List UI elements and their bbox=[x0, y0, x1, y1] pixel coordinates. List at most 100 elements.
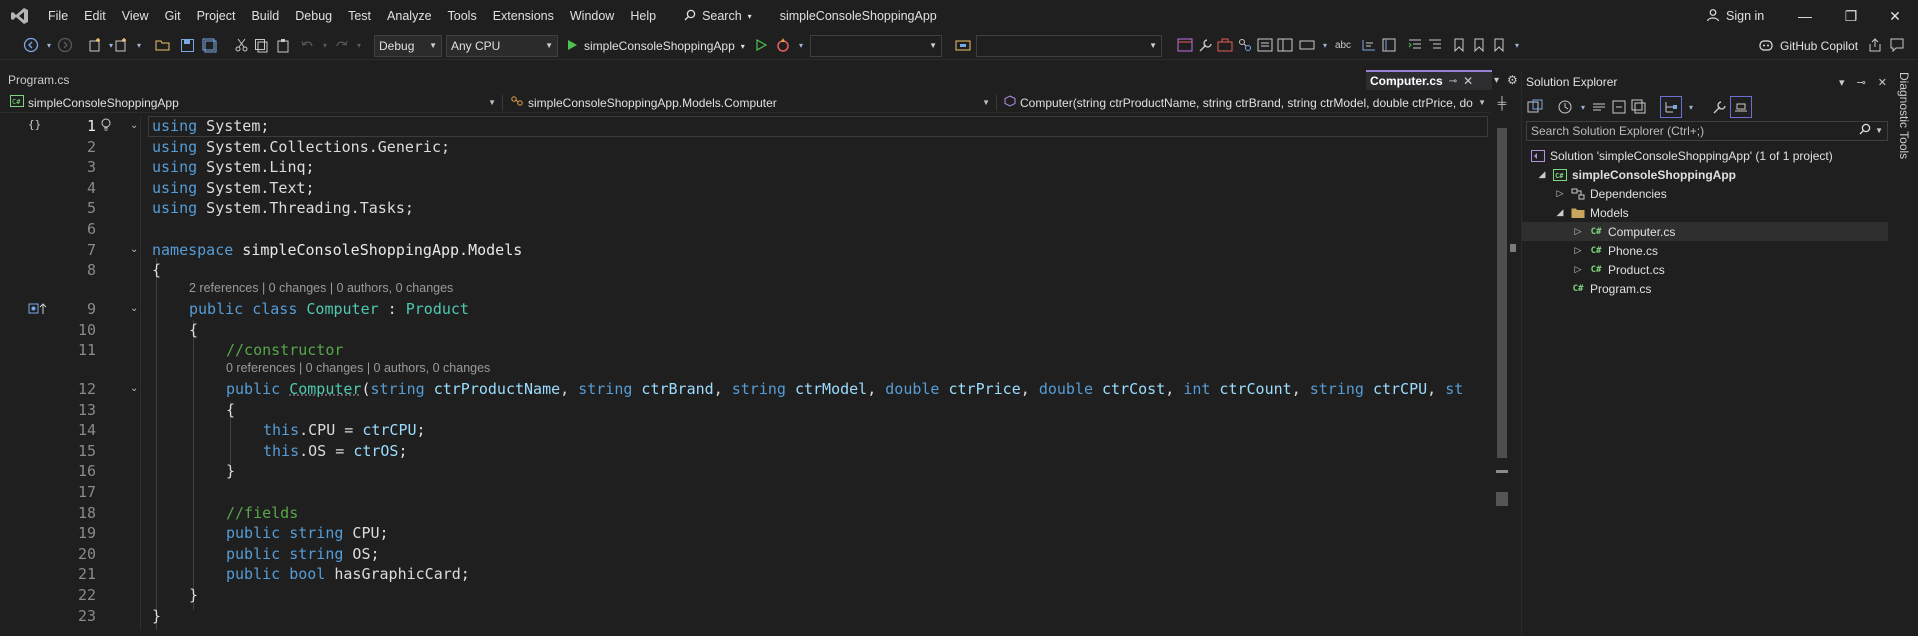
wrench-icon[interactable] bbox=[1196, 36, 1214, 54]
menu-tools[interactable]: Tools bbox=[440, 0, 485, 32]
properties-icon[interactable] bbox=[1256, 36, 1274, 54]
window-position-dropdown-icon[interactable]: ▾ bbox=[1839, 76, 1845, 89]
history-icon[interactable] bbox=[1556, 98, 1574, 116]
toolbox-icon[interactable] bbox=[1216, 36, 1234, 54]
expanded-icon[interactable]: ◢ bbox=[1536, 169, 1548, 180]
menu-view[interactable]: View bbox=[114, 0, 157, 32]
sign-in-button[interactable]: Sign in bbox=[1706, 0, 1764, 32]
quick-actions-icon[interactable]: {} bbox=[28, 118, 41, 131]
bookmark-window-icon[interactable] bbox=[1380, 36, 1398, 54]
collapsed-icon[interactable]: ▷ bbox=[1572, 226, 1584, 237]
paste-icon[interactable] bbox=[274, 36, 292, 54]
project-dropdown[interactable]: C# simpleConsoleShoppingApp ▼ bbox=[6, 93, 500, 113]
prev-bookmark-icon[interactable] bbox=[1470, 36, 1488, 54]
menu-analyze[interactable]: Analyze bbox=[379, 0, 439, 32]
tree-item-dependencies[interactable]: ▷ Dependencies bbox=[1522, 184, 1892, 203]
codelens-constructor[interactable]: 0 references | 0 changes | 0 authors, 0 … bbox=[226, 361, 490, 375]
visual-studio-logo-icon[interactable] bbox=[0, 0, 40, 32]
github-copilot-button[interactable]: GitHub Copilot bbox=[1758, 36, 1858, 56]
lightbulb-icon[interactable] bbox=[100, 117, 112, 136]
collapsed-icon[interactable]: ▷ bbox=[1554, 188, 1566, 199]
split-editor-icon[interactable]: ╪ bbox=[1494, 96, 1510, 112]
preview-selected-items-icon[interactable] bbox=[1730, 96, 1752, 118]
start-without-debugging-icon[interactable] bbox=[752, 36, 770, 54]
collapse-icon[interactable]: ⌄ bbox=[130, 244, 138, 255]
layout-icon[interactable] bbox=[1276, 36, 1294, 54]
chevron-down-icon[interactable]: ▾ bbox=[350, 36, 368, 54]
tree-item-program-cs[interactable]: C# Program.cs bbox=[1522, 279, 1892, 298]
scrollbar-thumb[interactable] bbox=[1497, 128, 1507, 458]
save-icon[interactable] bbox=[178, 36, 196, 54]
collapsed-icon[interactable]: ▷ bbox=[1572, 245, 1584, 256]
chevron-down-icon[interactable]: ▾ bbox=[130, 36, 148, 54]
menu-project[interactable]: Project bbox=[189, 0, 244, 32]
properties-wrench-icon[interactable] bbox=[1710, 98, 1728, 116]
class-view-icon[interactable] bbox=[1236, 36, 1254, 54]
navigate-back-icon[interactable] bbox=[22, 36, 40, 54]
share-icon[interactable] bbox=[1866, 36, 1884, 54]
solution-configuration-dropdown[interactable]: Debug ▼ bbox=[374, 35, 442, 57]
open-file-icon[interactable] bbox=[154, 36, 172, 54]
diagnostic-tools-side-tab[interactable]: Diagnostic Tools bbox=[1893, 72, 1918, 272]
browser-link-icon[interactable] bbox=[1176, 36, 1194, 54]
menu-test[interactable]: Test bbox=[340, 0, 379, 32]
member-dropdown[interactable]: Computer(string ctrProductName, string c… bbox=[1000, 93, 1490, 113]
menu-git[interactable]: Git bbox=[157, 0, 189, 32]
collapsed-icon[interactable]: ▷ bbox=[1572, 264, 1584, 275]
tree-item-models-folder[interactable]: ◢ Models bbox=[1522, 203, 1892, 222]
tree-item-project[interactable]: ◢ C# simpleConsoleShoppingApp bbox=[1522, 165, 1892, 184]
codelens-class[interactable]: 2 references | 0 changes | 0 authors, 0 … bbox=[189, 281, 453, 295]
collapse-icon[interactable]: ⌄ bbox=[130, 120, 138, 131]
collapse-icon[interactable]: ⌄ bbox=[130, 383, 138, 394]
track-active-item-icon[interactable] bbox=[1660, 96, 1682, 118]
indent-icon[interactable] bbox=[1406, 36, 1424, 54]
pin-icon[interactable]: ⊸ bbox=[1857, 76, 1866, 89]
tree-item-phone-cs[interactable]: ▷ C# Phone.cs bbox=[1522, 241, 1892, 260]
expanded-icon[interactable]: ◢ bbox=[1554, 207, 1566, 218]
debug-target-dropdown[interactable]: ▼ bbox=[810, 35, 942, 57]
feedback-icon[interactable] bbox=[1888, 36, 1906, 54]
menu-help[interactable]: Help bbox=[622, 0, 664, 32]
close-icon[interactable]: ✕ bbox=[1878, 76, 1887, 89]
tree-item-product-cs[interactable]: ▷ C# Product.cs bbox=[1522, 260, 1892, 279]
chevron-down-icon[interactable]: ▾ bbox=[1508, 36, 1526, 54]
process-icon[interactable] bbox=[954, 36, 972, 54]
solution-platform-dropdown[interactable]: Any CPU ▼ bbox=[446, 35, 558, 57]
editor-vertical-scrollbar[interactable] bbox=[1494, 114, 1510, 636]
hot-reload-icon[interactable] bbox=[774, 36, 792, 54]
menu-debug[interactable]: Debug bbox=[287, 0, 340, 32]
tab-computer-cs[interactable]: Computer.cs ⊸ ✕ bbox=[1366, 70, 1492, 90]
window-layout-icon[interactable] bbox=[1298, 36, 1316, 54]
show-all-files-icon[interactable] bbox=[1630, 98, 1648, 116]
redo-icon[interactable] bbox=[332, 36, 350, 54]
menu-window[interactable]: Window bbox=[562, 0, 622, 32]
outdent-icon[interactable] bbox=[1426, 36, 1444, 54]
sync-icon[interactable] bbox=[1590, 98, 1608, 116]
menu-edit[interactable]: Edit bbox=[76, 0, 114, 32]
spell-check-icon[interactable]: abc bbox=[1334, 36, 1352, 54]
add-item-icon[interactable] bbox=[112, 36, 130, 54]
code-editor[interactable]: {} 1 ⌄ using System; 2 using System.Coll… bbox=[0, 114, 1490, 636]
solution-search-input[interactable]: Search Solution Explorer (Ctrl+;) ▼ bbox=[1526, 121, 1888, 141]
save-all-icon[interactable] bbox=[200, 36, 218, 54]
undo-icon[interactable] bbox=[298, 36, 316, 54]
cut-icon[interactable] bbox=[232, 36, 250, 54]
next-bookmark-icon[interactable] bbox=[1490, 36, 1508, 54]
pin-icon[interactable]: ⊸ bbox=[1449, 76, 1457, 87]
comment-out-icon[interactable] bbox=[1360, 36, 1378, 54]
type-dropdown[interactable]: simpleConsoleShoppingApp.Models.Computer… bbox=[506, 93, 994, 113]
bookmark-icon[interactable] bbox=[1450, 36, 1468, 54]
search-button[interactable]: Search ▾ bbox=[684, 9, 752, 24]
minimize-icon[interactable]: — bbox=[1782, 0, 1828, 32]
chevron-down-icon[interactable]: ▾ bbox=[1316, 36, 1334, 54]
chevron-down-icon[interactable]: ▾ bbox=[792, 36, 810, 54]
tab-program-cs[interactable]: Program.cs bbox=[8, 70, 69, 90]
menu-file[interactable]: File bbox=[40, 0, 76, 32]
tree-item-solution[interactable]: Solution 'simpleConsoleShoppingApp' (1 o… bbox=[1522, 146, 1892, 165]
collapse-icon[interactable]: ⌄ bbox=[130, 303, 138, 314]
close-icon[interactable]: ✕ bbox=[1463, 74, 1473, 88]
switch-views-icon[interactable] bbox=[1526, 98, 1544, 116]
override-marker-icon[interactable] bbox=[28, 302, 48, 319]
chevron-down-icon[interactable]: ▾ bbox=[1682, 98, 1700, 116]
menu-extensions[interactable]: Extensions bbox=[485, 0, 562, 32]
